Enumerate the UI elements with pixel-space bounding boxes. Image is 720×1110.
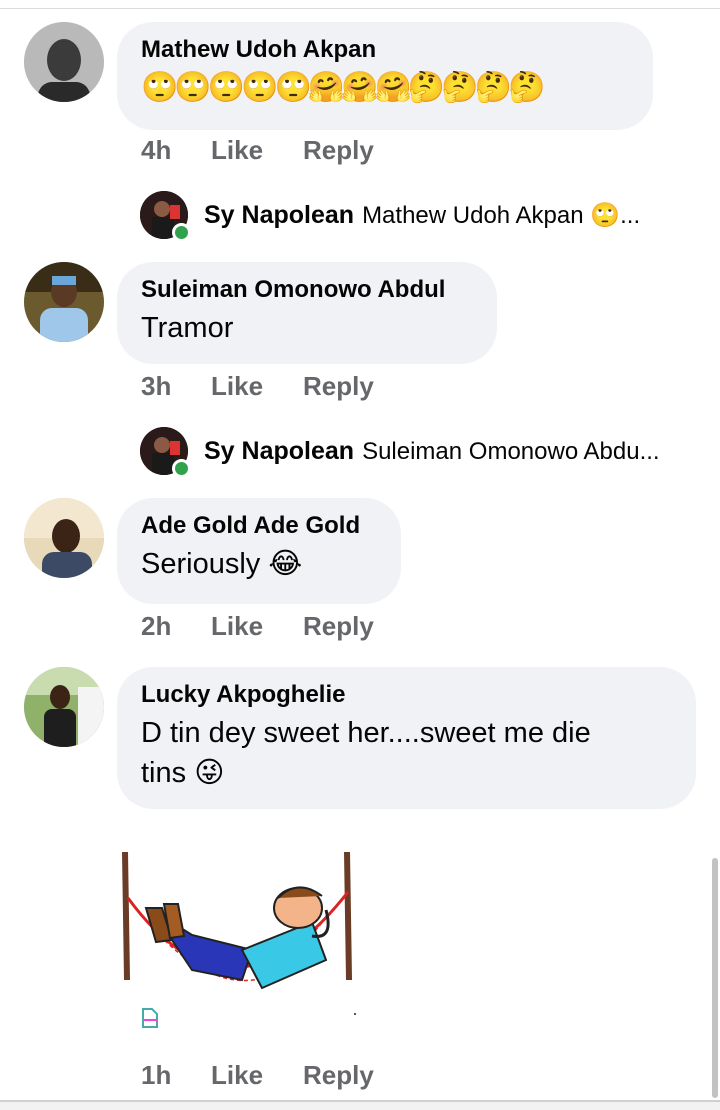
comment-meta: 3h Like Reply <box>141 371 374 402</box>
hugging-face-emoji: 🤗 <box>341 71 378 104</box>
face-with-rolling-eyes-emoji: 🙄 <box>207 71 245 104</box>
thinking-face-emoji: 🤔 <box>407 71 445 104</box>
online-status-dot <box>172 223 191 242</box>
scrollbar[interactable] <box>712 858 718 1098</box>
avatar[interactable] <box>24 667 104 747</box>
comment-meta: 2h Like Reply <box>141 611 374 642</box>
comment-author[interactable]: Lucky Akpoghelie <box>141 681 672 709</box>
face-with-rolling-eyes-emoji: 🙄 <box>241 71 278 104</box>
comment-author[interactable]: Mathew Udoh Akpan <box>141 36 629 64</box>
thinking-face-emoji: 🤔 <box>474 71 512 104</box>
hugging-face-emoji: 🤗 <box>374 71 412 104</box>
hammock-sticker-icon[interactable] <box>112 850 362 1030</box>
comment-time[interactable]: 1h <box>141 1060 211 1091</box>
comment-text: Tramor <box>141 312 234 344</box>
comment-text: D tin dey sweet her....sweet me die tins… <box>141 713 672 793</box>
face-with-rolling-eyes-emoji: 🙄 <box>174 71 211 104</box>
face-with-tears-of-joy-emoji: 😂 <box>268 548 303 580</box>
comment-bubble: Ade Gold Ade Gold Seriously 😂 <box>117 498 401 604</box>
comment-bubble: Lucky Akpoghelie D tin dey sweet her....… <box>117 667 696 809</box>
reply-button[interactable]: Reply <box>303 135 374 166</box>
reply-preview-text: Mathew Udoh Akpan <box>362 202 584 229</box>
comment-text: Seriously 😂 <box>141 544 377 584</box>
comment-meta: 1h Like Reply <box>141 1060 374 1091</box>
avatar[interactable] <box>140 191 191 242</box>
comment-emoji-line: 🙄🙄🙄🙄🙄🤗🤗🤗🤔🤔🤔🤔 <box>141 68 629 108</box>
like-button[interactable]: Like <box>211 611 303 642</box>
reply-text: Sy Napolean Mathew Udoh Akpan 🙄... <box>204 200 640 231</box>
dot <box>354 1013 356 1015</box>
comment-time[interactable]: 4h <box>141 135 211 166</box>
comment-text-content: Seriously <box>141 548 261 580</box>
comment-time[interactable]: 2h <box>141 611 211 642</box>
comment-author[interactable]: Ade Gold Ade Gold <box>141 512 377 540</box>
comment-text-content: tins <box>141 757 187 789</box>
online-status-dot <box>172 459 191 478</box>
hugging-face-emoji: 🤗 <box>307 71 345 104</box>
face-with-rolling-eyes-emoji: 🙄 <box>274 71 311 104</box>
thinking-face-emoji: 🤔 <box>441 71 478 104</box>
like-button[interactable]: Like <box>211 1060 303 1091</box>
like-button[interactable]: Like <box>211 135 303 166</box>
comment-meta: 4h Like Reply <box>141 135 374 166</box>
reply-preview-text: Suleiman Omonowo Abdu... <box>362 438 660 465</box>
broken-image-icon <box>142 1008 158 1033</box>
avatar[interactable] <box>24 498 104 578</box>
top-divider <box>0 0 720 9</box>
reply-button[interactable]: Reply <box>303 1060 374 1091</box>
reply-author[interactable]: Sy Napolean <box>204 201 354 229</box>
reply-author[interactable]: Sy Napolean <box>204 437 354 465</box>
thinking-face-emoji: 🤔 <box>507 71 545 104</box>
comment-time[interactable]: 3h <box>141 371 211 402</box>
face-with-rolling-eyes-emoji: 🙄 <box>141 71 178 104</box>
reply-text: Sy Napolean Suleiman Omonowo Abdu... <box>204 436 660 467</box>
reply-button[interactable]: Reply <box>303 371 374 402</box>
bottom-divider <box>0 1100 720 1110</box>
comment-bubble: Suleiman Omonowo Abdul Tramor <box>117 262 497 364</box>
avatar[interactable] <box>24 262 104 342</box>
comment-text-line: D tin dey sweet her....sweet me die <box>141 717 591 749</box>
winking-face-with-tongue-emoji: 😜 <box>194 757 225 789</box>
face-with-rolling-eyes-emoji: 🙄 <box>590 202 621 229</box>
avatar[interactable] <box>140 427 191 478</box>
comment-author[interactable]: Suleiman Omonowo Abdul <box>141 276 473 304</box>
like-button[interactable]: Like <box>211 371 303 402</box>
avatar[interactable] <box>24 22 104 102</box>
comment-text-line: tins 😜 <box>141 753 672 793</box>
comment-bubble: Mathew Udoh Akpan 🙄🙄🙄🙄🙄🤗🤗🤗🤔🤔🤔🤔 <box>117 22 653 130</box>
reply-button[interactable]: Reply <box>303 611 374 642</box>
ellipsis: ... <box>620 202 641 229</box>
